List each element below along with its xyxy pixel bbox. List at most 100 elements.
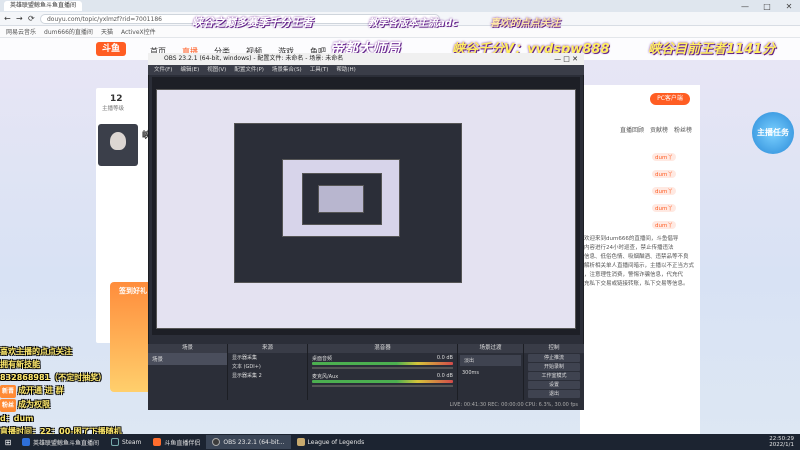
chat-notice-line: ，注意理性消费，警惕诈骗信息，代充代 [584, 272, 684, 278]
tab-contribution[interactable]: 贡献榜 [650, 125, 668, 134]
obs-menu-help[interactable]: 帮助(H) [336, 65, 355, 75]
obs-title: OBS 23.2.1 (64-bit, windows) - 配置文件: 未命名… [164, 55, 344, 62]
mixer-volume-slider[interactable] [312, 367, 453, 369]
tab-fans[interactable]: 粉丝榜 [674, 125, 692, 134]
taskbar-item-label: 斗鱼直播伴侣 [164, 439, 201, 447]
browser-icon [22, 438, 30, 446]
exit-button[interactable]: 退出 [528, 390, 580, 398]
overlay-line: 832868981（不定时抽奖） [0, 371, 160, 384]
overlay-line-text: d：dum [0, 414, 34, 423]
obs-menu-tools[interactable]: 工具(T) [310, 65, 329, 75]
avatar-face [110, 132, 126, 150]
sources-dock-header: 来源 [228, 344, 307, 353]
left-overlay-text: 喜欢主播的点点关注 拥有新技能 832868981（不定时抽奖） 新晋 成开通 进… [0, 345, 160, 438]
mission-badge[interactable]: 主播任务 [752, 112, 794, 154]
overlay-line-text: 拥有新技能 [0, 360, 40, 369]
obs-icon [212, 438, 221, 446]
bookmark-item[interactable]: 网易云音乐 [6, 27, 36, 36]
preview-capture-5 [318, 185, 364, 213]
overlay-line-text: 喜欢主播的点点关注 [0, 347, 72, 356]
steam-icon [111, 438, 120, 446]
obs-menu-view[interactable]: 视图(V) [207, 65, 226, 75]
site-logo[interactable]: 斗鱼 [96, 42, 126, 56]
start-recording-button[interactable]: 开始录制 [528, 363, 580, 371]
mixer-meter [312, 362, 453, 365]
browser-tab[interactable]: 英雄联盟鲸鱼斗鱼直播间 [4, 1, 83, 11]
bookmark-item[interactable]: ActiveX控件 [121, 27, 156, 36]
source-item[interactable]: 显示器采集 2 [228, 371, 307, 380]
back-icon[interactable]: ← [4, 14, 11, 23]
browser-tab-title: 英雄联盟鲸鱼斗鱼直播间 [10, 2, 77, 9]
taskbar-item[interactable]: OBS 23.2.1 (64-bit... [206, 435, 291, 449]
bookmark-item[interactable]: 天猫 [101, 27, 113, 36]
league-icon [296, 438, 305, 446]
system-clock[interactable]: 22:50:29 2022/1/1 [769, 436, 800, 448]
obs-preview[interactable] [152, 77, 580, 335]
overlay-line-text: 成为权限 [18, 400, 51, 409]
fan-pill[interactable]: dum丫 [652, 204, 676, 212]
chat-notice: 欢迎来到dum666的直播间，斗鱼倡导 内容进行24小时巡查，禁止传播违法 信息… [584, 235, 698, 289]
forward-icon[interactable]: → [16, 14, 23, 23]
fan-pill[interactable]: dum丫 [652, 187, 676, 195]
obs-menu-file[interactable]: 文件(F) [154, 65, 172, 75]
mixer-track-name: 麦克风/Aux [312, 374, 339, 380]
obs-titlebar: OBS 23.2.1 (64-bit, windows) - 配置文件: 未命名… [148, 53, 584, 65]
settings-button[interactable]: 设置 [528, 381, 580, 389]
source-item[interactable]: 显示器采集 [228, 353, 307, 362]
mixer-track-db: 0.0 dB [436, 373, 453, 379]
taskbar-item[interactable]: League of Legends [291, 435, 371, 449]
chat-notice-line: 解析相关单人直播间暗示，主播以不正当方式 [584, 263, 695, 269]
mixer-volume-slider[interactable] [312, 385, 453, 387]
chat-notice-line: 充私下交易或链接转账，私下交易等信息。 [584, 281, 689, 287]
mixer-meter [312, 380, 453, 383]
minimize-icon[interactable]: — [734, 2, 756, 11]
obs-menu-profile[interactable]: 配置文件(P) [234, 65, 264, 75]
overlay-line: 喜欢主播的点点关注 [0, 345, 160, 358]
chat-notice-line: 欢迎来到dum666的直播间，斗鱼倡导 [584, 236, 679, 242]
source-item[interactable]: 文本 (GDI+) [228, 362, 307, 371]
overlay-line-text: 832868981（不定时抽奖） [0, 373, 107, 382]
maximize-icon[interactable]: □ [756, 2, 778, 11]
tab-live-review[interactable]: 直播回顾 [620, 125, 644, 134]
refresh-icon[interactable]: ⟳ [28, 14, 35, 23]
overlay-line: 拥有新技能 [0, 358, 160, 371]
transition-select[interactable]: 淡出 [460, 355, 521, 366]
mixer-track: 麦克风/Aux 0.0 dB [308, 371, 457, 389]
mixer-dock-header: 混音器 [308, 344, 457, 353]
pc-client-button[interactable]: PC客户端 [650, 93, 690, 105]
fan-pill[interactable]: dum丫 [652, 170, 676, 178]
obs-statusbar: LIVE: 00:41:30 REC: 00:00:00 CPU: 6.3%, … [148, 400, 584, 410]
obs-window-controls[interactable]: — □ ✕ [554, 53, 578, 65]
overlay-banner-mid: 教学各版本主流adc [368, 18, 458, 29]
fan-pill[interactable]: dum丫 [652, 153, 676, 161]
right-panel: PC客户端 直播回顾 贡献榜 粉丝榜 dum丫 dum丫 dum丫 dum丫 d… [580, 85, 700, 435]
obs-menu-scenes[interactable]: 场景集合(S) [272, 65, 302, 75]
obs-menu-edit[interactable]: 编辑(E) [180, 65, 199, 75]
fan-pill[interactable]: dum丫 [652, 221, 676, 229]
transition-duration[interactable]: 300ms [458, 368, 523, 378]
taskbar-item[interactable]: 英雄联盟鲸鱼斗鱼直播间 [16, 435, 105, 449]
taskbar-item-label: Steam [122, 438, 142, 446]
controls-dock-header: 控制 [524, 344, 584, 353]
taskbar-item[interactable]: Steam [105, 435, 147, 449]
mixer-track-name: 桌面音频 [312, 356, 333, 362]
bookmark-item[interactable]: dum666的直播间 [44, 27, 93, 36]
taskbar: ⊞ 英雄联盟鲸鱼斗鱼直播间 Steam 斗鱼直播伴侣 OBS 23.2.1 (6… [0, 434, 800, 450]
overlay-badge: 新晋 [0, 385, 17, 398]
mixer-track: 桌面音频 0.0 dB [308, 353, 457, 371]
anchor-avatar[interactable] [98, 124, 138, 166]
overlay-line: d：dum [0, 412, 160, 425]
chat-notice-line: 信息、低俗色情、吸烟酗酒、违禁品等不良 [584, 254, 689, 260]
obs-menubar: 文件(F) 编辑(E) 视图(V) 配置文件(P) 场景集合(S) 工具(T) … [148, 65, 584, 75]
stop-streaming-button[interactable]: 停止推流 [528, 354, 580, 362]
overlay-line-text: 成开通 进 群 [18, 386, 64, 395]
close-icon[interactable]: ✕ [778, 2, 800, 11]
start-icon[interactable]: ⊞ [0, 435, 16, 449]
douyu-icon [153, 438, 162, 446]
taskbar-item-label: OBS 23.2.1 (64-bit... [223, 438, 285, 446]
taskbar-item[interactable]: 斗鱼直播伴侣 [147, 435, 206, 449]
browser-tab-bar: 英雄联盟鲸鱼斗鱼直播间 — □ ✕ [0, 0, 800, 12]
studio-mode-button[interactable]: 工作室模式 [528, 372, 580, 380]
chat-notice-line: 内容进行24小时巡查，禁止传播违法 [584, 245, 674, 251]
follow-label: 主播等级 [102, 106, 125, 112]
